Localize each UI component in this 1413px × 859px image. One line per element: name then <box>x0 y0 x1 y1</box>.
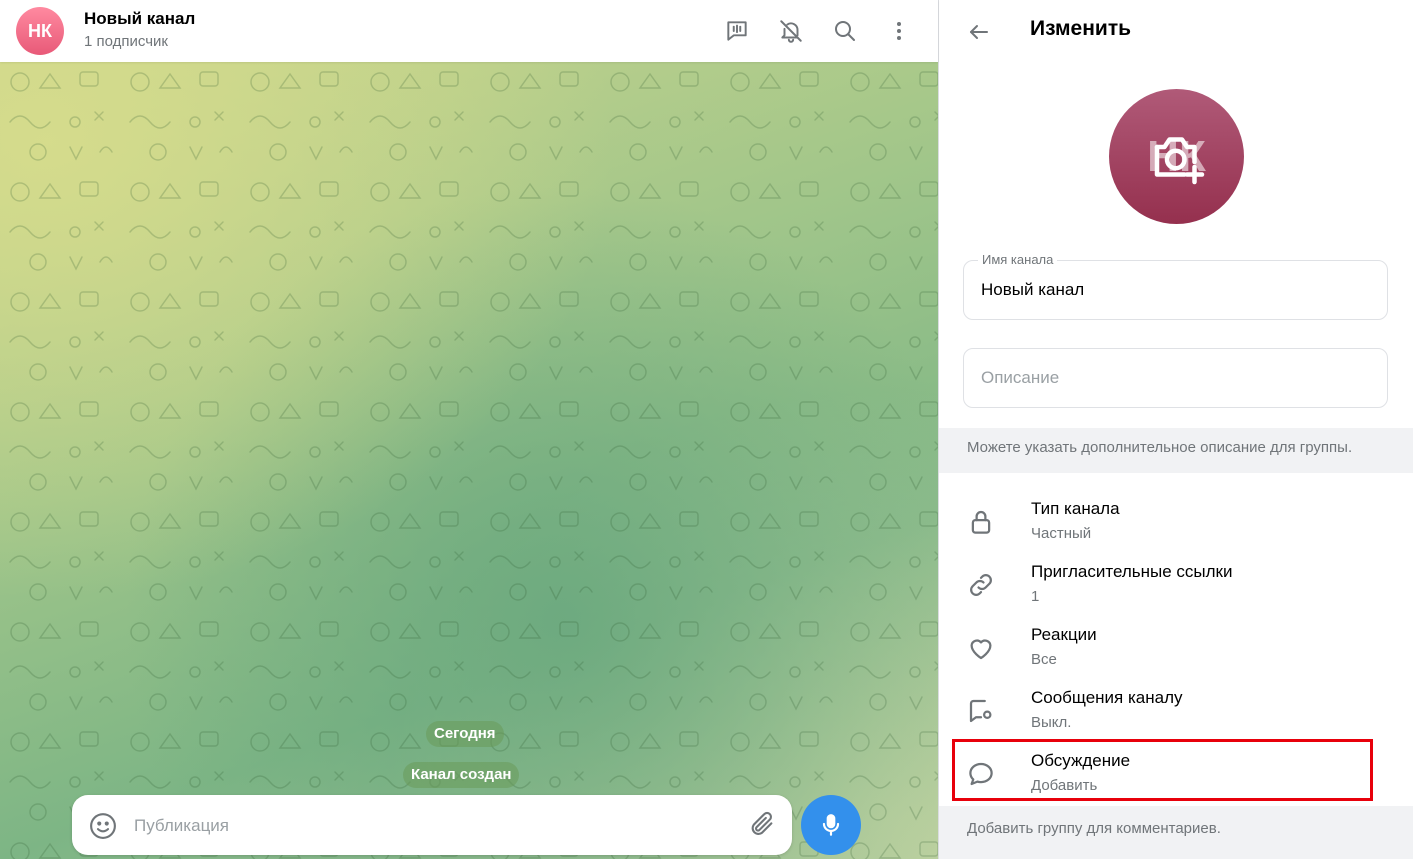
description-hint: Можете указать дополнительное описание д… <box>939 428 1413 473</box>
channel-subtitle: 1 подписчик <box>84 33 168 50</box>
panel-title: Изменить <box>1030 17 1132 40</box>
row-subtitle: Все <box>1031 651 1057 668</box>
service-date-today: Сегодня <box>426 721 504 747</box>
chat-settings-icon <box>969 699 992 723</box>
row-reactions[interactable]: Реакции Все <box>939 616 1413 679</box>
row-subtitle: 1 <box>1031 588 1040 605</box>
smile-icon <box>90 813 116 839</box>
channel-name-label: Имя канала <box>978 252 1058 267</box>
discussion-hint: Добавить группу для комментариев. <box>939 806 1413 859</box>
row-subtitle: Частный <box>1031 525 1092 542</box>
search-button[interactable] <box>825 11 865 51</box>
live-stream-icon <box>727 21 747 41</box>
emoji-button[interactable] <box>88 811 118 841</box>
chat-area: НК Новый канал 1 подписчик Сегодня Канал… <box>0 0 938 859</box>
row-channel-type[interactable]: Тип канала Частный <box>939 490 1413 553</box>
composer-input[interactable]: Публикация <box>134 816 229 836</box>
more-button[interactable] <box>879 11 919 51</box>
paperclip-icon <box>751 811 773 835</box>
row-title: Реакции <box>1031 625 1097 644</box>
chat-header[interactable]: НК Новый канал 1 подписчик <box>0 0 938 62</box>
lock-icon <box>971 510 991 534</box>
description-placeholder[interactable]: Описание <box>981 368 1059 388</box>
channel-title[interactable]: Новый канал <box>84 9 195 29</box>
channel-photo-upload[interactable]: НК <box>1109 89 1244 224</box>
row-title: Сообщения каналу <box>1031 688 1183 707</box>
discussion-highlight-frame <box>952 739 1373 801</box>
microphone-icon <box>822 814 840 836</box>
back-button[interactable] <box>961 14 997 50</box>
channel-name-field[interactable]: Имя канала Новый канал <box>963 252 1388 320</box>
service-channel-created: Канал создан <box>403 762 520 788</box>
message-composer[interactable]: Публикация <box>72 795 792 855</box>
link-icon <box>970 574 992 596</box>
edit-channel-panel: Изменить НК Имя канала Новый канал Описа… <box>938 0 1413 859</box>
mute-button[interactable] <box>771 11 811 51</box>
row-title: Пригласительные ссылки <box>1031 562 1233 581</box>
row-subtitle: Выкл. <box>1031 714 1072 731</box>
row-channel-messages[interactable]: Сообщения каналу Выкл. <box>939 679 1413 742</box>
more-vertical-icon <box>897 22 901 40</box>
attach-button[interactable] <box>748 810 778 840</box>
row-title: Тип канала <box>1031 499 1120 518</box>
voice-record-button[interactable] <box>801 795 861 855</box>
avatar-initials: НК <box>28 20 52 41</box>
channel-avatar[interactable]: НК <box>16 7 64 55</box>
row-invite-links[interactable]: Пригласительные ссылки 1 <box>939 553 1413 616</box>
channel-description-field[interactable]: Описание <box>963 348 1388 408</box>
live-stream-button[interactable] <box>717 11 757 51</box>
search-icon <box>835 21 855 41</box>
heart-icon <box>970 639 992 660</box>
camera-add-icon <box>1154 137 1205 185</box>
arrow-left-icon <box>970 25 988 39</box>
bell-off-icon <box>780 20 802 43</box>
channel-name-value[interactable]: Новый канал <box>981 280 1084 300</box>
